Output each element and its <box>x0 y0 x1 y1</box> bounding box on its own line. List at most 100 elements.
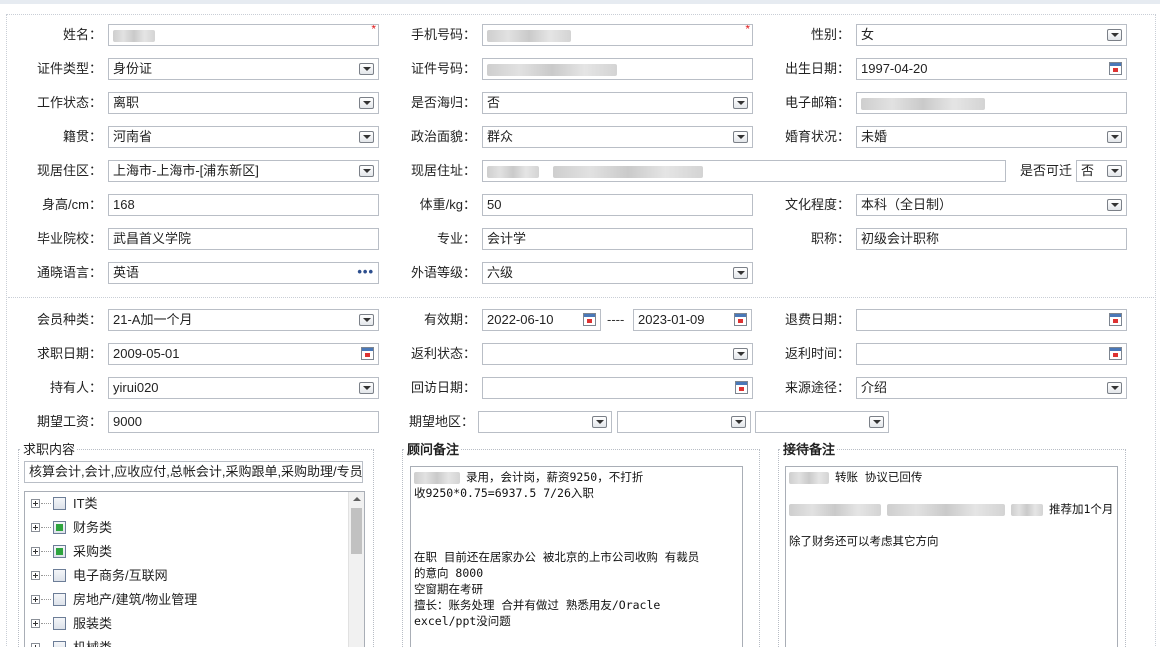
tree-item[interactable]: 房地产/建筑/物业管理 <box>25 589 345 611</box>
tree-item-checkbox[interactable] <box>53 641 66 647</box>
tree-item[interactable]: 服装类 <box>25 613 345 635</box>
birth-date-field[interactable]: 1997-04-20 <box>856 58 1127 80</box>
chevron-down-icon[interactable] <box>359 97 374 109</box>
residence-area-select[interactable]: 上海市-上海市-[浦东新区] <box>108 160 379 182</box>
chevron-down-icon[interactable] <box>359 63 374 75</box>
education-select[interactable]: 本科（全日制） <box>856 194 1127 216</box>
id-type-select[interactable]: 身份证 <box>108 58 379 80</box>
calendar-icon[interactable] <box>735 381 748 394</box>
expand-icon[interactable] <box>31 619 40 628</box>
name-field[interactable]: * <box>108 24 379 46</box>
calendar-icon[interactable] <box>1109 62 1122 75</box>
chevron-down-icon[interactable] <box>733 267 748 279</box>
source-select[interactable]: 介绍 <box>856 377 1127 399</box>
refund-date-field[interactable] <box>856 309 1127 331</box>
chevron-down-icon[interactable] <box>1107 131 1122 143</box>
chevron-down-icon[interactable] <box>1107 29 1122 41</box>
chevron-down-icon[interactable] <box>869 416 884 428</box>
scroll-up-icon[interactable] <box>353 497 361 501</box>
rebate-time-field[interactable] <box>856 343 1127 365</box>
valid-end-field[interactable]: 2023-01-09 <box>633 309 752 331</box>
note-line: 的意向 8000 <box>414 565 739 581</box>
chevron-down-icon[interactable] <box>731 416 746 428</box>
rebate-status-select[interactable] <box>482 343 753 365</box>
chevron-down-icon[interactable] <box>1107 165 1122 177</box>
tree-item-checkbox[interactable] <box>53 569 66 582</box>
tree-item[interactable]: 采购类 <box>25 541 345 563</box>
more-options-icon[interactable]: ••• <box>357 263 374 281</box>
chevron-down-icon[interactable] <box>359 382 374 394</box>
tree-item[interactable]: 机械类 <box>25 637 345 647</box>
tree-item[interactable]: 电子商务/互联网 <box>25 565 345 587</box>
expand-icon[interactable] <box>31 595 40 604</box>
chevron-down-icon[interactable] <box>359 314 374 326</box>
job-date-field[interactable]: 2009-05-01 <box>108 343 379 365</box>
native-place-select[interactable]: 河南省 <box>108 126 379 148</box>
calendar-icon[interactable] <box>734 313 747 326</box>
region-district-select[interactable] <box>755 411 889 433</box>
region-label: 期望地区： <box>408 414 474 429</box>
expand-icon[interactable] <box>31 547 40 556</box>
work-status-select[interactable]: 离职 <box>108 92 379 114</box>
salary-field[interactable]: 9000 <box>108 411 379 433</box>
calendar-icon[interactable] <box>1109 313 1122 326</box>
expand-icon[interactable] <box>31 643 40 647</box>
expand-icon[interactable] <box>31 523 40 532</box>
period-separator: ---- <box>607 312 625 327</box>
region-city-select[interactable] <box>617 411 751 433</box>
tree-item-checkbox[interactable] <box>53 521 66 534</box>
id-number-field[interactable] <box>482 58 753 80</box>
job-category-tree[interactable]: IT类财务类采购类电子商务/互联网房地产/建筑/物业管理服装类机械类 <box>24 491 365 647</box>
tree-item[interactable]: 财务类 <box>25 517 345 539</box>
language-level-select[interactable]: 六级 <box>482 262 753 284</box>
relocate-label: 是否可迁 <box>1019 163 1072 178</box>
languages-field[interactable]: 英语 ••• <box>108 262 379 284</box>
address-field[interactable] <box>482 160 1006 182</box>
tree-item-checkbox[interactable] <box>53 617 66 630</box>
calendar-icon[interactable] <box>583 313 596 326</box>
school-field[interactable]: 武昌首义学院 <box>108 228 379 250</box>
major-field[interactable]: 会计学 <box>482 228 753 250</box>
gender-select[interactable]: 女 <box>856 24 1127 46</box>
job-content-summary-text: 核算会计,会计,应收应付,总帐会计,采购跟单,采购助理/专员 <box>29 464 363 479</box>
consultant-notes-textarea[interactable]: 录用，会计岗，薪资9250，不打折 收9250*0.75=6937.5 7/26入… <box>410 466 743 647</box>
email-field[interactable] <box>856 92 1127 114</box>
marital-select[interactable]: 未婚 <box>856 126 1127 148</box>
reception-notes-textarea[interactable]: 转账 协议已回传 推荐加1个月 除了财务还可以考虑其它方向 <box>785 466 1118 647</box>
expand-icon[interactable] <box>31 571 40 580</box>
chevron-down-icon[interactable] <box>359 131 374 143</box>
height-field[interactable]: 168 <box>108 194 379 216</box>
job-content-summary[interactable]: 核算会计,会计,应收应付,总帐会计,采购跟单,采购助理/专员 <box>24 461 363 483</box>
scroll-thumb[interactable] <box>351 508 362 554</box>
expand-icon[interactable] <box>31 499 40 508</box>
tree-item-checkbox[interactable] <box>53 497 66 510</box>
chevron-down-icon[interactable] <box>592 416 607 428</box>
chevron-down-icon[interactable] <box>1107 382 1122 394</box>
weight-field[interactable]: 50 <box>482 194 753 216</box>
holder-select[interactable]: yirui020 <box>108 377 379 399</box>
relocate-select[interactable]: 否 <box>1076 160 1127 182</box>
tree-scrollbar[interactable] <box>348 492 364 647</box>
chevron-down-icon[interactable] <box>733 348 748 360</box>
tree-item[interactable]: IT类 <box>25 493 345 515</box>
chevron-down-icon[interactable] <box>733 97 748 109</box>
calendar-icon[interactable] <box>361 347 374 360</box>
tree-item-checkbox[interactable] <box>53 545 66 558</box>
phone-field[interactable]: * <box>482 24 753 46</box>
calendar-icon[interactable] <box>1109 347 1122 360</box>
region-province-select[interactable] <box>478 411 612 433</box>
tree-item-checkbox[interactable] <box>53 593 66 606</box>
valid-start-field[interactable]: 2022-06-10 <box>482 309 601 331</box>
chevron-down-icon[interactable] <box>359 165 374 177</box>
title-field[interactable]: 初级会计职称 <box>856 228 1127 250</box>
visit-date-field[interactable] <box>482 377 753 399</box>
school-label: 毕业院校： <box>36 231 102 246</box>
chevron-down-icon[interactable] <box>733 131 748 143</box>
returnee-select[interactable]: 否 <box>482 92 753 114</box>
chevron-down-icon[interactable] <box>1107 199 1122 211</box>
political-select[interactable]: 群众 <box>482 126 753 148</box>
section-divider <box>8 297 1156 298</box>
redacted-text <box>887 503 1005 516</box>
member-type-select[interactable]: 21-A加一个月 <box>108 309 379 331</box>
salary-label: 期望工资： <box>36 414 102 429</box>
